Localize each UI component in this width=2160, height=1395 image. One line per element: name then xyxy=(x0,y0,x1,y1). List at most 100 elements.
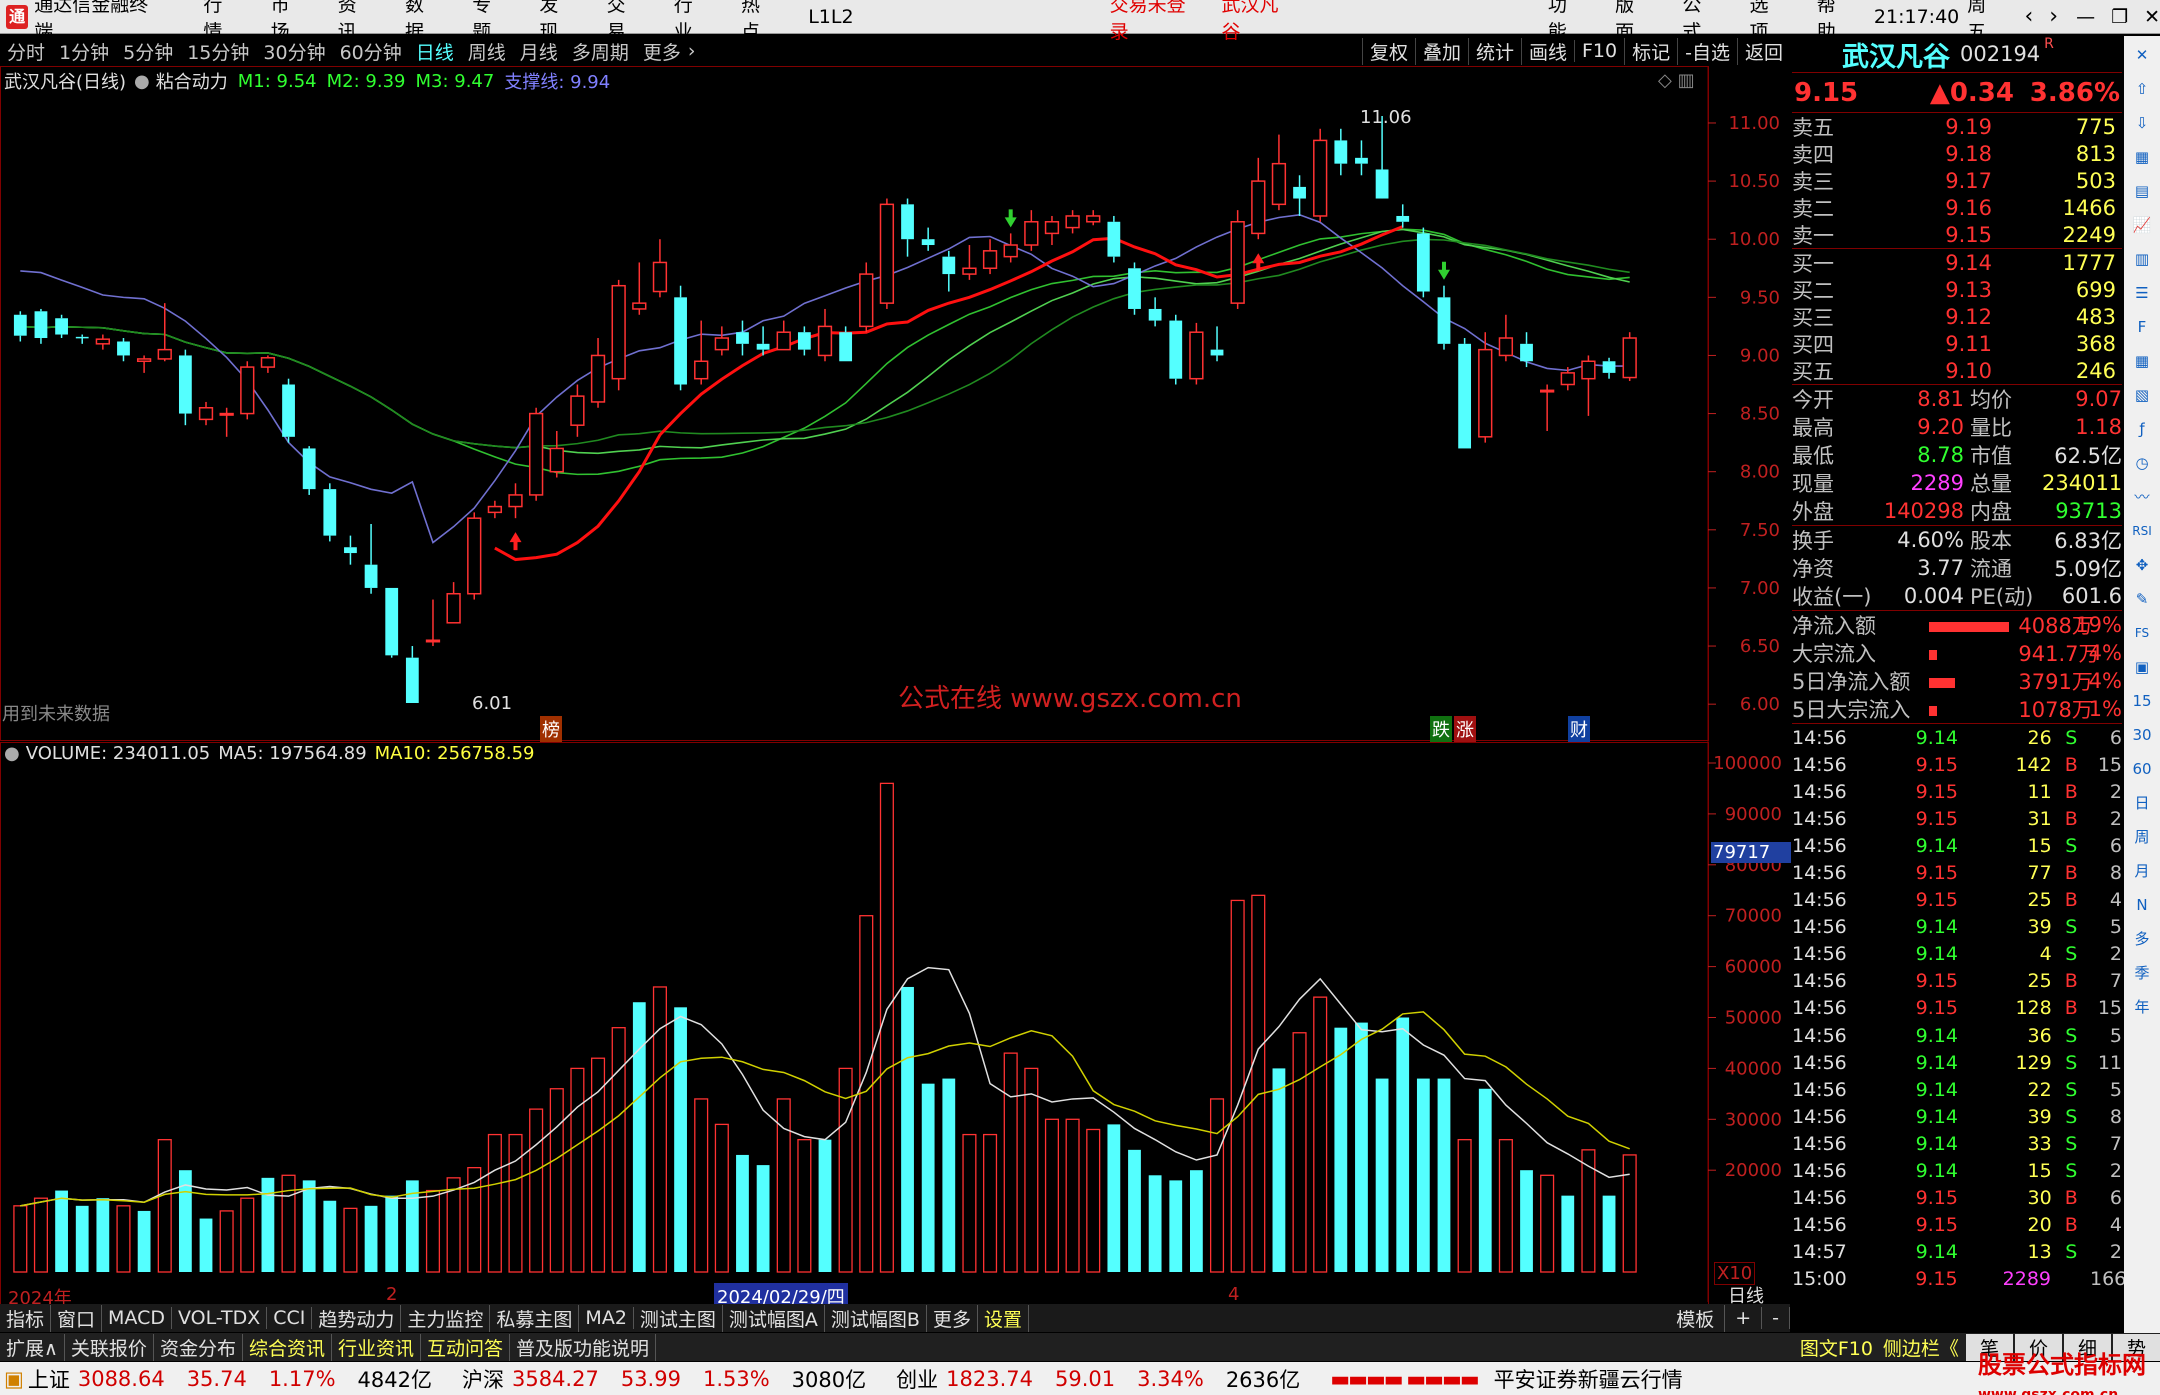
tick-list[interactable]: 14:56 9.14 26 S 6 14:56 9.15 142 B 15 14:56 9.15 11 B… xyxy=(1792,723,2126,1293)
tag-bang[interactable]: 榜 xyxy=(540,716,562,742)
sidebar-period[interactable]: 多 xyxy=(2127,924,2157,954)
menu-item[interactable]: L1L2 xyxy=(792,6,869,28)
indicator-tab[interactable]: CCI xyxy=(267,1307,313,1329)
period-tab[interactable]: 多周期 xyxy=(565,38,636,65)
index-name[interactable]: 创业 xyxy=(896,1364,938,1394)
tick-row[interactable]: 14:56 9.14 39 S 5 xyxy=(1792,914,2122,941)
sidebar-period[interactable]: 15 xyxy=(2127,686,2157,716)
tick-row[interactable]: 14:56 9.15 142 B 15 xyxy=(1792,751,2122,778)
period-tab[interactable]: 分时 xyxy=(0,38,52,65)
indicator-tab[interactable]: 测试幅图B xyxy=(825,1304,927,1332)
ask-row[interactable]: 卖一 9.15 2249 xyxy=(1792,221,2122,248)
bid-row[interactable]: 买一 9.14 1777 xyxy=(1792,249,2122,276)
volume-dropdown-icon[interactable]: ● xyxy=(4,743,20,764)
ext-right-button[interactable]: 侧边栏《 xyxy=(1878,1334,1964,1361)
tick-row[interactable]: 14:56 9.15 25 B 4 xyxy=(1792,887,2122,914)
indicator-tab[interactable]: 指标 xyxy=(0,1304,52,1332)
arrow-up-icon[interactable]: ⇧ xyxy=(2127,74,2157,104)
arrow-down-icon[interactable]: ⇩ xyxy=(2127,108,2157,138)
tick-row[interactable]: 15:00 9.15 2289 166 xyxy=(1792,1266,2126,1293)
pen-icon[interactable]: ✎ xyxy=(2127,584,2157,614)
index-name[interactable]: 上证 xyxy=(28,1364,70,1394)
tick-row[interactable]: 14:56 9.14 36 S 5 xyxy=(1792,1022,2122,1049)
period-tab-active[interactable]: 日线 xyxy=(409,38,461,65)
doc-icon[interactable]: ▧ xyxy=(2127,380,2157,410)
indicator-tab[interactable]: 主力监控 xyxy=(401,1304,491,1332)
sidebar-period[interactable]: 月 xyxy=(2127,856,2157,886)
tick-row[interactable]: 14:56 9.14 129 S 11 xyxy=(1792,1049,2122,1076)
sidebar-period[interactable]: 日 xyxy=(2127,788,2157,818)
restore-icon[interactable]: ❐ xyxy=(2111,6,2128,28)
sidebar-close-icon[interactable]: ✕ xyxy=(2127,40,2157,70)
index-name[interactable]: 沪深 xyxy=(462,1364,504,1394)
indicator-tab[interactable]: VOL-TDX xyxy=(172,1307,268,1329)
tick-row[interactable]: 14:56 9.14 4 S 2 xyxy=(1792,941,2122,968)
tag-die[interactable]: 跌 xyxy=(1430,716,1452,742)
tick-row[interactable]: 14:56 9.15 11 B 2 xyxy=(1792,778,2122,805)
tick-row[interactable]: 14:56 9.14 22 S 5 xyxy=(1792,1076,2122,1103)
ask-row[interactable]: 卖五 9.19 775 xyxy=(1792,113,2122,140)
wave-icon[interactable]: 〰 xyxy=(2127,482,2157,512)
tick-row[interactable]: 14:56 9.15 25 B 7 xyxy=(1792,968,2122,995)
indicator-tab[interactable]: 测试主图 xyxy=(634,1304,723,1332)
close-icon[interactable]: ✕ xyxy=(2144,6,2160,28)
candle-icon[interactable]: ▥ xyxy=(2127,244,2157,274)
bid-row[interactable]: 买四 9.11 368 xyxy=(1792,330,2122,357)
sidebar-period[interactable]: N xyxy=(2127,890,2157,920)
indicator-tab[interactable]: 窗口 xyxy=(51,1304,103,1332)
indicator-tab[interactable]: 设置 xyxy=(978,1304,1029,1332)
tick-row[interactable]: 14:56 9.15 77 B 8 xyxy=(1792,859,2122,886)
sidebar-fs[interactable]: FS xyxy=(2127,618,2157,648)
period-tab[interactable]: 5分钟 xyxy=(116,38,180,65)
tab-tool-button[interactable]: 模板 xyxy=(1666,1304,1726,1332)
ext-tab[interactable]: 关联报价 xyxy=(65,1333,154,1361)
sidebar-period[interactable]: 60 xyxy=(2127,754,2157,784)
sidebar-period[interactable]: 季 xyxy=(2127,958,2157,988)
chart-icon[interactable]: ▦ xyxy=(2127,142,2157,172)
sidebar-period[interactable]: 周 xyxy=(2127,822,2157,852)
sidebar-period[interactable]: 年 xyxy=(2127,992,2157,1022)
period-tab[interactable]: 15分钟 xyxy=(180,38,256,65)
ask-row[interactable]: 卖四 9.18 813 xyxy=(1792,140,2122,167)
ext-tab[interactable]: 扩展∧ xyxy=(0,1333,65,1361)
tab-tool-button[interactable]: - xyxy=(1762,1307,1790,1329)
ask-row[interactable]: 卖三 9.17 503 xyxy=(1792,167,2122,194)
tool-button[interactable]: -自选 xyxy=(1677,37,1737,65)
tool-button[interactable]: F10 xyxy=(1574,40,1624,62)
period-tab-more[interactable]: 更多 xyxy=(636,38,688,65)
tool-button[interactable]: 统计 xyxy=(1467,37,1521,65)
bid-row[interactable]: 买二 9.13 699 xyxy=(1792,276,2122,303)
tool-button[interactable]: 画线 xyxy=(1520,37,1574,65)
period-tab[interactable]: 1分钟 xyxy=(52,38,116,65)
tick-row[interactable]: 14:56 9.15 31 B 2 xyxy=(1792,805,2122,832)
ext-right-button[interactable]: 图文F10 xyxy=(1795,1334,1878,1361)
ext-tab[interactable]: 互动问答 xyxy=(421,1333,510,1361)
formula-icon[interactable]: ƒ xyxy=(2127,414,2157,444)
index-icon[interactable]: ▣ xyxy=(4,1367,24,1391)
tab-tool-button[interactable]: + xyxy=(1725,1307,1763,1329)
tick-row[interactable]: 14:57 9.14 13 S 2 xyxy=(1792,1239,2122,1266)
sidebar-period[interactable]: 30 xyxy=(2127,720,2157,750)
period-tab[interactable]: 30分钟 xyxy=(256,38,332,65)
tick-row[interactable]: 14:56 9.15 20 B 4 xyxy=(1792,1212,2122,1239)
tick-row[interactable]: 14:56 9.14 26 S 6 xyxy=(1792,724,2122,751)
back-arrow-icon[interactable]: ‹ xyxy=(2024,4,2033,29)
tool-button[interactable]: 复权 xyxy=(1361,37,1415,65)
grid-icon[interactable]: ▤ xyxy=(2127,176,2157,206)
table-icon[interactable]: ▦ xyxy=(2127,346,2157,376)
tool-button[interactable]: 标记 xyxy=(1624,37,1677,65)
indicator-tab[interactable]: 私募主图 xyxy=(490,1304,580,1332)
tool-button[interactable]: 返回 xyxy=(1736,37,1790,65)
tool-button[interactable]: 叠加 xyxy=(1414,37,1468,65)
bid-row[interactable]: 买五 9.10 246 xyxy=(1792,357,2122,384)
indicator-tab[interactable]: 趋势动力 xyxy=(312,1304,402,1332)
tag-cai[interactable]: 财 xyxy=(1568,716,1590,742)
tick-row[interactable]: 14:56 9.14 15 S 2 xyxy=(1792,1158,2122,1185)
indicator-tab[interactable]: 更多 xyxy=(927,1304,978,1332)
period-tab[interactable]: 60分钟 xyxy=(333,38,409,65)
ext-tab[interactable]: 普及版功能说明 xyxy=(510,1333,657,1361)
tick-row[interactable]: 14:56 9.15 128 B 15 xyxy=(1792,995,2122,1022)
kline-chart[interactable]: 11.00 10.50 10.00 9.50 9.00 8.50 8.00 7.50 7.00 6… xyxy=(0,66,1792,1304)
minimize-icon[interactable]: — xyxy=(2076,6,2095,28)
tick-row[interactable]: 14:56 9.15 30 B 6 xyxy=(1792,1185,2122,1212)
